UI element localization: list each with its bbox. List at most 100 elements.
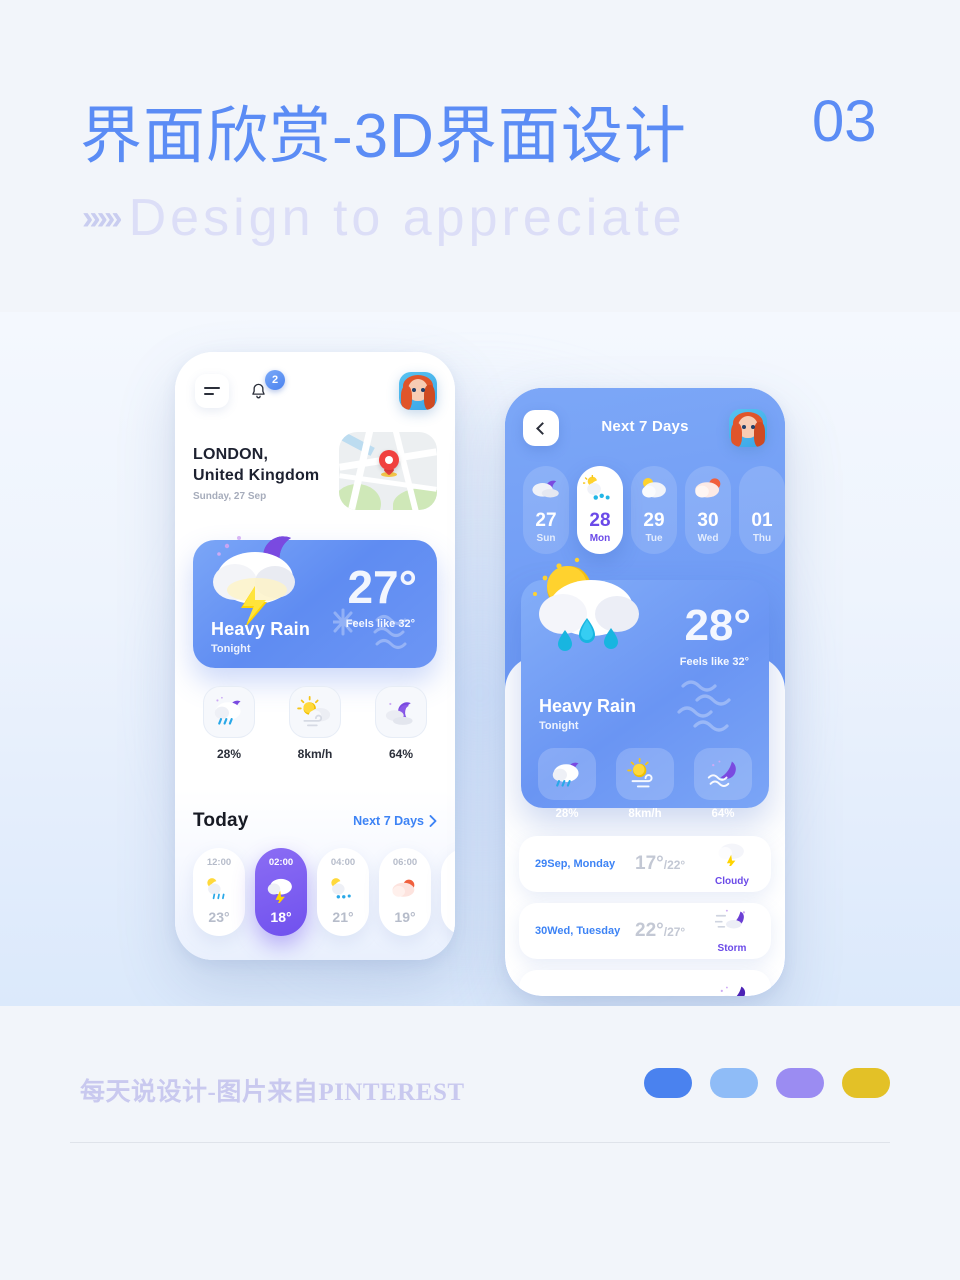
hamburger-icon bbox=[204, 386, 220, 396]
storm-cloud-icon bbox=[267, 878, 292, 903]
hour-temp: 19° bbox=[394, 909, 416, 925]
hour-card[interactable]: 08:00 17° bbox=[441, 848, 455, 936]
menu-button[interactable] bbox=[195, 374, 229, 408]
feels-like-text: Feels like 32° bbox=[345, 618, 415, 630]
sun-rain-icon bbox=[331, 877, 355, 898]
section-title: Today bbox=[193, 810, 249, 831]
row-temp-high: /22° bbox=[663, 858, 686, 872]
map-pin-icon bbox=[379, 450, 399, 470]
page-footer bbox=[0, 1006, 960, 1280]
day-number: 27 bbox=[535, 510, 557, 531]
day-card[interactable]: 29 Tue bbox=[631, 466, 677, 554]
daily-row[interactable] bbox=[519, 970, 771, 996]
sun-rain-cloud-icon bbox=[533, 557, 639, 651]
hour-card[interactable]: 04:00 21° bbox=[317, 848, 369, 936]
row-condition bbox=[707, 983, 757, 996]
day-number: 29 bbox=[643, 510, 665, 531]
rain-cloud-moon-icon bbox=[203, 686, 255, 738]
swatch-blue bbox=[644, 1068, 692, 1098]
day-weekday: Mon bbox=[589, 533, 611, 544]
moon-wave-icon bbox=[694, 748, 752, 800]
chevron-right-icon bbox=[429, 815, 437, 827]
daily-row[interactable]: 30Wed, Tuesday 22°/27° Storm bbox=[519, 903, 771, 959]
swatch-light-blue bbox=[710, 1068, 758, 1098]
notification-badge: 2 bbox=[265, 370, 285, 390]
day-weekday: Sun bbox=[536, 533, 556, 544]
hour-temp: 18° bbox=[270, 909, 292, 925]
metric-wind[interactable]: 8km/h bbox=[615, 748, 675, 820]
metric-humidity[interactable]: 64% bbox=[371, 686, 431, 761]
banner-subtitle-group: ››››› Design to appreciate bbox=[82, 188, 686, 248]
moon-cloud-icon bbox=[529, 474, 563, 504]
metric-precipitation[interactable]: 28% bbox=[199, 686, 259, 761]
current-weather-card[interactable]: 27° Feels like 32° Heavy Rain Tonight bbox=[193, 536, 437, 668]
condition-title: Heavy Rain bbox=[211, 619, 311, 639]
banner-number: 03 bbox=[812, 89, 877, 154]
feels-like-text: Feels like 32° bbox=[679, 656, 749, 668]
metrics-row: 28% 8km/h 64% bbox=[199, 686, 431, 761]
day-card[interactable]: 01 Thu bbox=[739, 466, 785, 554]
daily-forecast-list[interactable]: 29Sep, Monday 17°/22° Cloudy 30Wed, Tues… bbox=[519, 836, 771, 996]
banner-subtitle: Design to appreciate bbox=[128, 189, 686, 247]
day-number: 28 bbox=[589, 510, 611, 531]
hour-card[interactable]: 12:00 23° bbox=[193, 848, 245, 936]
row-temp-high: /27° bbox=[663, 925, 686, 939]
row-date: 30Wed, Tuesday bbox=[535, 925, 621, 937]
hour-card-active[interactable]: 02:00 18° bbox=[255, 848, 307, 936]
sunset-cloud-icon bbox=[691, 474, 725, 504]
metric-value: 28% bbox=[555, 808, 579, 820]
location-country: United Kingdom bbox=[193, 467, 320, 485]
chevron-group-icon: ››››› bbox=[82, 198, 123, 237]
day-card-active[interactable]: 28 Mon bbox=[577, 466, 623, 554]
moon-cloud-icon bbox=[375, 686, 427, 738]
current-temperature: 28° bbox=[684, 601, 751, 650]
wave-decoration-icon bbox=[677, 680, 731, 732]
weekday-selector[interactable]: 27 Sun 28 Mon 29 Tue 30 Wed 01 Thu bbox=[523, 466, 785, 554]
metric-value: 8km/h bbox=[297, 747, 333, 761]
hour-time: 02:00 bbox=[268, 857, 294, 868]
rain-cloud-moon-icon bbox=[538, 748, 596, 800]
phone-mockup-forecast: Next 7 Days 27 Sun 28 Mon 29 Tue 30 Wed … bbox=[505, 388, 785, 996]
condition-title: Heavy Rain bbox=[539, 696, 637, 716]
hourly-forecast-list[interactable]: 12:00 23° 02:00 18° 04:00 21° 06:00 19° bbox=[193, 848, 455, 936]
moon-cloud-icon bbox=[720, 986, 746, 996]
sun-cloud-icon bbox=[637, 474, 671, 504]
day-card[interactable]: 27 Sun bbox=[523, 466, 569, 554]
current-weather-card[interactable]: 28° Feels like 32° Heavy Rain Tonight 28… bbox=[521, 557, 769, 820]
daily-row[interactable]: 29Sep, Monday 17°/22° Cloudy bbox=[519, 836, 771, 892]
row-temp: 22°/27° bbox=[635, 920, 685, 942]
phone-mockup-home: 2 LONDON, United Kingdom Sunday, 27 Sep bbox=[175, 352, 455, 960]
day-number: 01 bbox=[751, 510, 773, 531]
row-condition: Cloudy bbox=[707, 840, 757, 889]
day-card[interactable]: 30 Wed bbox=[685, 466, 731, 554]
today-section-header: Today Next 7 Days bbox=[193, 810, 437, 832]
avatar[interactable] bbox=[729, 409, 767, 447]
row-temp-low: 17° bbox=[635, 853, 664, 874]
location-block: LONDON, United Kingdom Sunday, 27 Sep bbox=[193, 444, 319, 502]
sunset-cloud-icon bbox=[392, 879, 415, 897]
bell-icon bbox=[251, 383, 265, 398]
hour-card[interactable]: 06:00 19° bbox=[379, 848, 431, 936]
condition-time: Tonight bbox=[539, 720, 579, 732]
metric-value: 64% bbox=[711, 808, 735, 820]
phone1-topbar: 2 bbox=[193, 370, 437, 412]
metric-humidity[interactable]: 64% bbox=[693, 748, 753, 820]
row-date: 29Sep, Monday bbox=[535, 858, 616, 870]
link-label: Next 7 Days bbox=[353, 814, 424, 828]
banner-title: 界面欣赏-3D界面设计 bbox=[80, 102, 687, 171]
row-condition-label: Cloudy bbox=[715, 875, 749, 887]
cloud-icon bbox=[451, 875, 455, 903]
hour-time: 06:00 bbox=[392, 857, 418, 868]
map-thumbnail[interactable] bbox=[339, 432, 437, 510]
footer-credit: 每天说设计-图片来自PINTEREST bbox=[80, 1079, 465, 1106]
avatar[interactable] bbox=[399, 372, 437, 410]
metric-wind[interactable]: 8km/h bbox=[285, 686, 345, 761]
page-banner: 界面欣赏-3D界面设计 03 ››››› Design to appreciat… bbox=[0, 0, 960, 312]
hour-time: 04:00 bbox=[330, 857, 356, 868]
day-weekday: Tue bbox=[645, 533, 663, 544]
swatch-yellow bbox=[842, 1068, 890, 1098]
metric-value: 28% bbox=[216, 747, 242, 761]
metric-value: 8km/h bbox=[628, 808, 662, 820]
metric-precipitation[interactable]: 28% bbox=[537, 748, 597, 820]
next-7-days-link[interactable]: Next 7 Days bbox=[353, 814, 437, 828]
